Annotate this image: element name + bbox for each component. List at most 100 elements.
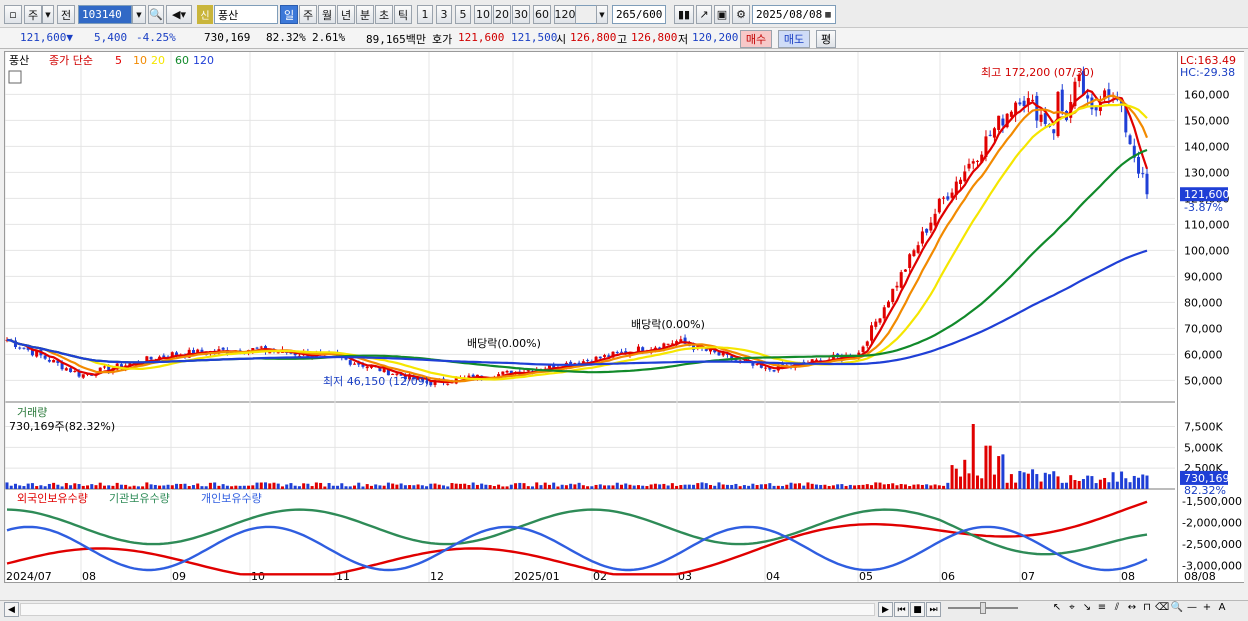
candle-body [874,321,878,327]
interval-dropdown-icon[interactable]: ▼ [596,5,608,24]
trendline-icon[interactable]: ↘ [1080,602,1094,613]
volume-bar [1005,482,1009,489]
fibonacci-icon[interactable]: ≡ [1095,602,1109,613]
interval-button-1[interactable]: 1 [417,5,433,24]
volume-bar [675,485,679,489]
period-button-week[interactable]: 주 [299,5,317,24]
volume-bar [1098,479,1102,489]
sell-button[interactable]: 매도 [778,30,810,48]
volume-bar [870,485,874,489]
type-dropdown-icon[interactable]: ▼ [42,5,54,24]
prev-button[interactable]: 전 [57,5,75,24]
text-icon[interactable]: A [1215,602,1229,613]
draw-tool-icon[interactable]: ↗ [696,5,712,24]
forward-icon[interactable]: ⏭ [926,602,941,617]
volume-bar [1128,482,1132,489]
volume-bar [166,484,170,489]
volume-bar [895,485,899,489]
interval-button-5[interactable]: 5 [455,5,471,24]
period-button-year[interactable]: 년 [337,5,355,24]
crosshair-icon[interactable]: ⌖ [1065,602,1079,613]
candle-body [882,307,886,319]
interval-button-10[interactable]: 10 [474,5,492,24]
zoom-slider-handle[interactable] [980,602,986,614]
interval-button-3[interactable]: 3 [436,5,452,24]
stop-icon[interactable]: ■ [910,602,925,617]
volume-bar [488,485,492,489]
window-menu-icon[interactable]: ▫ [4,5,22,24]
candle-body [221,347,225,350]
price-value: 121,600 [20,31,67,44]
rewind-icon[interactable]: ⏮ [894,602,909,617]
buy-button[interactable]: 매수 [740,30,772,48]
x-axis-label: 2025/01 [514,570,560,582]
volume-bar [543,482,547,489]
count-field[interactable]: 265/600 [612,5,666,24]
interval-button-60[interactable]: 60 [533,5,551,24]
interval-button-30[interactable]: 30 [512,5,530,24]
period-button-minute[interactable]: 분 [356,5,374,24]
interval-button-120[interactable]: 120 [554,5,576,24]
dividend-annotation-1: 배당락(0.00%) [467,337,541,350]
volume-bar [43,486,47,489]
calendar-icon[interactable]: ▦ [825,10,830,20]
interval-button-20[interactable]: 20 [493,5,511,24]
volume-bar [158,485,162,489]
candle-type-icon[interactable]: ▮▮ [674,5,694,24]
volume-bar [925,484,929,489]
channel-icon[interactable]: ⫽ [1110,602,1124,613]
volume-bar [679,485,683,489]
code-dropdown-icon[interactable]: ▼ [132,5,146,24]
candle-body [615,352,619,354]
quote-ask: 121,600 [458,31,505,44]
search-icon[interactable]: 🔍 [148,5,164,24]
volume-bar [115,482,119,489]
code-input[interactable]: 103140 [78,5,132,24]
volume-bar [484,484,488,489]
date-field[interactable]: 2025/08/08 ▦ [752,5,836,24]
period-button-second[interactable]: 초 [375,5,393,24]
plus-icon[interactable]: + [1200,602,1214,613]
measure-icon[interactable]: ↔ [1125,602,1139,613]
stock-name-field[interactable]: 풍산 [214,5,278,24]
erase-icon[interactable]: ⌫ [1155,602,1169,613]
legend-stock-name: 풍산 [9,54,29,67]
current-pct-label: -3.87% [1184,201,1223,214]
low-label: 저 [678,33,689,46]
speaker-icon[interactable]: ◀▾ [166,5,192,24]
candle-body [446,383,450,385]
chart-area[interactable]: 2024/07 08 09 10 11 12 2025/01 02 03 04 05 06 07 08 풍… [4,51,1178,583]
candle-body [764,367,768,369]
candle-body [18,347,22,349]
volume-bar [772,485,776,489]
volume-bar [183,483,187,489]
horizontal-scrollbar[interactable] [20,603,875,616]
volume-bar [984,445,988,489]
code-value: 103140 [82,8,122,21]
volume-bar [242,485,246,489]
volume-bar [5,482,9,489]
zoom-out-icon[interactable]: 🔍 [1170,602,1184,613]
volume-bar [713,485,717,489]
type-select[interactable]: 주 [24,5,42,24]
x-axis-label: 05 [859,570,873,582]
period-button-tick[interactable]: 틱 [394,5,412,24]
minus-icon[interactable]: — [1185,602,1199,613]
volume-bar [878,482,882,489]
cursor-icon[interactable]: ↖ [1050,602,1064,613]
scroll-right-icon[interactable]: ▶ [878,602,893,617]
volume-bar [293,485,297,489]
period-button-month[interactable]: 월 [318,5,336,24]
magnet-icon[interactable]: ⊓ [1140,602,1154,613]
gear-icon[interactable]: ⚙ [732,5,750,24]
scroll-left-icon[interactable]: ◀ [4,602,19,617]
volume-bar [751,483,755,489]
price-tick-label: 100,000 [1184,244,1230,257]
volume-bar [823,484,827,489]
candle-body [959,179,963,185]
eval-button[interactable]: 평 [816,30,836,48]
candle-body [1137,156,1141,174]
save-icon[interactable]: ▣ [714,5,730,24]
period-button-day[interactable]: 일 [280,5,298,24]
candle-body [1052,129,1056,134]
